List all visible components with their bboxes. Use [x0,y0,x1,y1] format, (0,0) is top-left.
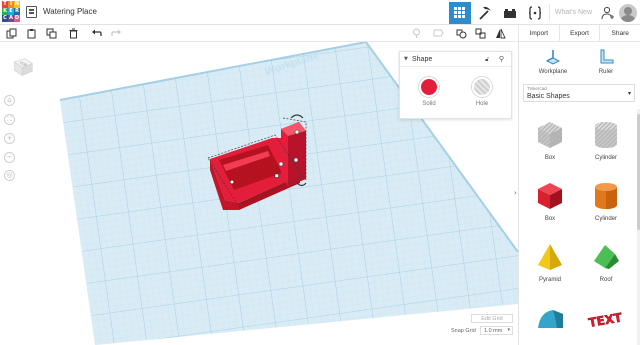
speech-icon[interactable] [432,27,445,40]
library-source: Tinkercad [527,86,547,91]
delete-icon[interactable] [67,27,80,40]
code-braces-icon [528,5,541,20]
add-user-button[interactable] [597,2,619,24]
shape-label: Box [544,216,556,222]
design-title[interactable]: Watering Place [43,7,97,16]
shape-library-select[interactable]: Tinkercad Basic Shapes ▾ [523,84,635,102]
user-avatar[interactable] [619,3,637,22]
paste-icon[interactable] [25,27,38,40]
whats-new-link[interactable]: What's New [548,4,597,21]
snap-grid-select[interactable]: 1.0 mm [480,326,513,335]
logo-letter: R [14,8,20,15]
snap-grid-label: Snap Grid [451,328,476,334]
codeblocks-button[interactable] [524,2,546,24]
round-roof-icon [538,310,563,328]
zoom-in-button[interactable]: + [4,133,15,144]
shape-cylinder[interactable]: Cylinder [581,180,631,222]
home-view-button[interactable]: ⌂ [4,95,15,106]
cylinder-hole-icon [595,122,617,148]
shape-label: Cylinder [594,155,617,161]
text-shape-label: TEXT [587,310,624,330]
shape-label: Pyramid [538,277,561,283]
view-cube[interactable]: TOP [12,56,34,78]
cylinder-icon [595,183,617,209]
action-bar: Import Export Share [518,25,640,42]
shape-box[interactable]: Box [525,180,575,222]
blocks-button[interactable] [474,2,496,24]
chevron-down-icon: ▾ [627,90,631,97]
shape-label: Roof [599,277,613,283]
workplane-tool-label: Workplane [538,69,568,75]
group-icon[interactable] [455,27,468,40]
mirror-icon[interactable] [494,27,507,40]
copy-icon[interactable] [5,27,18,40]
workplane-tool[interactable]: Workplane [533,48,573,75]
top-right-controls: What's New [448,0,640,25]
tinkercad-editor: TINKERCAD Watering Place What's New Impo… [0,0,640,345]
ruler-icon [597,48,615,66]
duplicate-icon[interactable] [45,27,58,40]
text-shape-icon: TEXT [587,310,624,330]
export-button[interactable]: Export [558,25,600,41]
grid-view-icon [454,7,466,18]
hole-label: Hole [475,101,489,107]
logo-letter: D [14,15,20,22]
ruler-tool-label: Ruler [598,69,614,75]
shape-pyramid[interactable]: Pyramid [525,241,575,283]
solid-color-swatch[interactable] [419,77,439,97]
shape-label: Cylinder [594,216,617,222]
resize-handle[interactable] [293,157,299,163]
note-icon[interactable] [410,27,423,40]
redo-icon[interactable] [110,27,123,40]
add-user-icon [601,6,614,19]
box-hole-icon [538,122,562,148]
chevron-down-icon[interactable]: ▼ [404,56,408,62]
pyramid-icon [538,244,562,270]
shape-round-roof[interactable] [525,304,575,334]
shape-roof[interactable]: Roof [581,241,631,283]
box-icon [538,183,562,209]
lock-icon[interactable]: 🔓︎ [485,56,489,64]
tinkercad-logo[interactable]: TINKERCAD [2,1,20,23]
inspector-header[interactable]: ▼ Shape 🔓︎ ⚲ [400,52,511,67]
shape-text[interactable]: TEXT [581,306,631,330]
bricks-button[interactable] [499,2,521,24]
solid-label: Solid [422,101,436,107]
import-button[interactable]: Import [518,25,559,41]
shape-cylinder-hole[interactable]: Cylinder [581,119,631,161]
resize-handle[interactable] [274,173,279,178]
brick-icon [503,8,516,18]
design-menu-icon[interactable] [26,6,37,18]
library-name: Basic Shapes [527,93,570,100]
perspective-button[interactable]: ◎ [4,170,15,181]
resize-handle[interactable] [229,179,235,185]
resize-handle[interactable] [278,161,284,167]
ruler-tool[interactable]: Ruler [586,48,626,75]
shape-label: Box [544,155,556,161]
edit-toolbar [0,25,518,42]
logo-letter: N [14,1,20,8]
shape-box-hole[interactable]: Box [525,119,575,161]
workplane-icon [544,48,562,66]
shape-inspector: ▼ Shape 🔓︎ ⚲ Solid Hole [399,51,512,119]
shapes-panel: Workplane Ruler Tinkercad Basic Shapes ▾ [518,42,640,345]
zoom-out-button[interactable]: − [4,152,15,163]
inspector-title: Shape [412,56,433,63]
edit-grid-button[interactable]: Edit Grid [471,314,513,323]
pickaxe-icon [479,6,491,20]
fit-view-button[interactable]: ⛶ [4,114,15,125]
share-button[interactable]: Share [599,25,640,41]
roof-icon [594,245,619,269]
ungroup-icon[interactable] [474,27,487,40]
hole-swatch[interactable] [472,77,492,97]
height-handle[interactable] [294,129,300,135]
undo-icon[interactable] [90,27,103,40]
3d-view-button[interactable] [448,1,471,24]
lightbulb-icon[interactable]: ⚲ [499,55,504,63]
top-bar: TINKERCAD Watering Place What's New [0,0,640,25]
